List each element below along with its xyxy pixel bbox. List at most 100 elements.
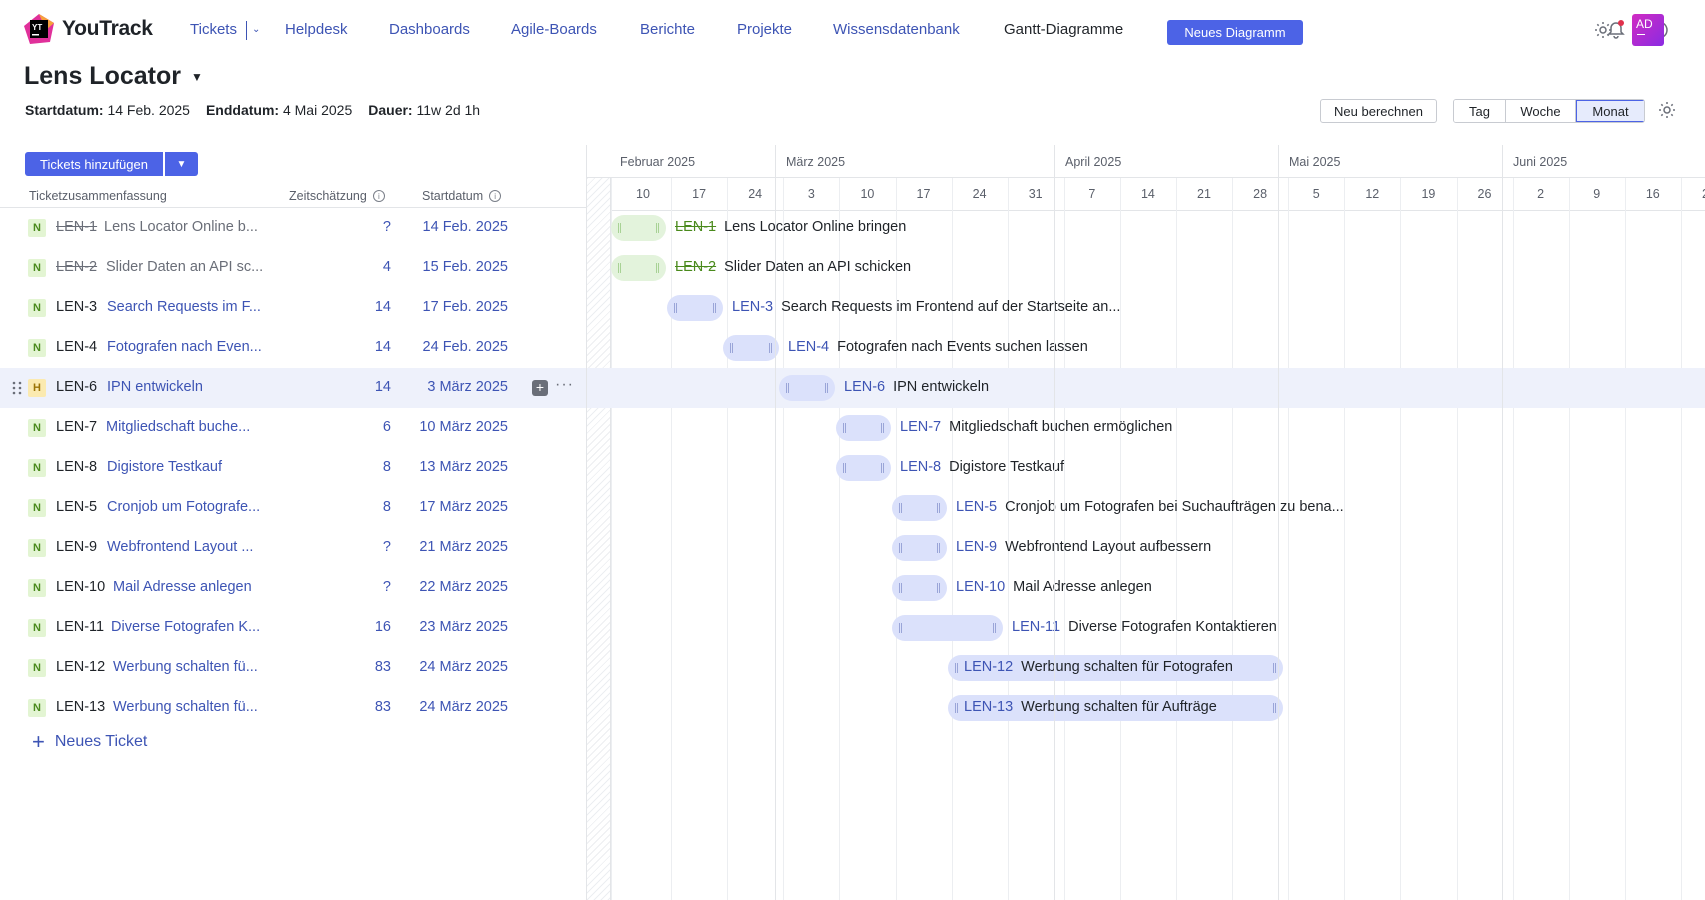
ticket-start-date[interactable]: 17 Feb. 2025 [423,299,508,315]
ticket-id[interactable]: LEN-8 [56,459,97,475]
task-bar[interactable] [779,375,835,401]
table-row[interactable]: N LEN-4 Fotografen nach Even... 14 24 Feb. 2… [0,328,586,368]
ticket-id[interactable]: LEN-4 [56,339,97,355]
resize-handle-right-icon[interactable] [656,223,659,233]
resize-handle-left-icon[interactable] [618,223,621,233]
table-row[interactable]: N LEN-13 Werbung schalten fü... 83 24 März 2… [0,688,586,728]
ticket-estimate[interactable]: ? [383,579,391,595]
new-ticket-button[interactable]: + Neues Ticket [32,731,147,753]
resize-handle-right-icon[interactable] [937,583,940,593]
table-row[interactable]: N LEN-2 Slider Daten an API sc... 4 15 Feb. … [0,248,586,288]
drag-handle-icon[interactable] [12,381,22,395]
ticket-summary[interactable]: IPN entwickeln [107,379,203,395]
gantt-settings-icon[interactable] [1656,99,1678,121]
info-icon[interactable]: i [372,190,385,202]
ticket-id[interactable]: LEN-13 [56,699,105,715]
task-bar[interactable] [611,215,666,241]
task-bar[interactable] [892,575,947,601]
ticket-start-date[interactable]: 24 März 2025 [419,699,508,715]
ticket-start-date[interactable]: 14 Feb. 2025 [423,219,508,235]
resize-handle-right-icon[interactable] [1273,703,1276,713]
nav-agile-boards[interactable]: Agile-Boards [511,21,597,38]
ticket-id[interactable]: LEN-7 [56,419,97,435]
resize-handle-right-icon[interactable] [881,423,884,433]
ticket-id[interactable]: LEN-11 [56,619,104,635]
nav-dashboards[interactable]: Dashboards [389,21,470,38]
ticket-start-date[interactable]: 13 März 2025 [419,459,508,475]
ticket-summary[interactable]: Webfrontend Layout ... [107,539,253,555]
nav-tickets[interactable]: Tickets [190,21,237,38]
nav-tickets-chevron-icon[interactable]: ⌄ [252,24,260,35]
task-bar-id[interactable]: LEN-10 [956,579,1005,595]
task-bar-id[interactable]: LEN-5 [956,499,997,515]
task-bar-label[interactable]: LEN-11 Diverse Fotografen Kontaktieren [1012,619,1277,635]
add-subtask-icon[interactable]: + [532,380,548,396]
task-bar[interactable] [611,255,666,281]
ticket-estimate[interactable]: ? [383,539,391,555]
nav-projects[interactable]: Projekte [737,21,792,38]
nav-knowledge-base[interactable]: Wissensdatenbank [833,21,960,38]
ticket-summary[interactable]: Search Requests im F... [107,299,261,315]
task-bar-label[interactable]: LEN-3 Search Requests im Frontend auf der… [732,299,1120,315]
task-bar[interactable] [723,335,779,361]
task-bar-id[interactable]: LEN-12 [964,659,1013,675]
table-row[interactable]: N LEN-3 Search Requests im F... 14 17 Feb. 2… [0,288,586,328]
table-row[interactable]: N LEN-5 Cronjob um Fotografe... 8 17 März 20… [0,488,586,528]
task-bar-id[interactable]: LEN-8 [900,459,941,475]
table-row[interactable]: N LEN-7 Mitgliedschaft buche... 6 10 März 20… [0,408,586,448]
chevron-down-icon[interactable]: ▼ [191,70,203,84]
task-bar-label[interactable]: LEN-1 Lens Locator Online bringen [675,219,906,235]
resize-handle-left-icon[interactable] [955,663,958,673]
resize-handle-right-icon[interactable] [993,623,996,633]
more-options-icon[interactable]: ··· [555,376,574,394]
table-row[interactable]: N LEN-1 Lens Locator Online b...? 14 Feb. 2… [0,208,586,248]
ticket-summary[interactable]: Werbung schalten fü... [113,659,258,675]
resize-handle-left-icon[interactable] [955,703,958,713]
task-bar-id[interactable]: LEN-6 [844,379,885,395]
ticket-start-date[interactable]: 22 März 2025 [419,579,508,595]
resize-handle-right-icon[interactable] [769,343,772,353]
table-row[interactable]: H LEN-6 IPN entwickeln 14 3 März 2025 + ··· [0,368,586,408]
ticket-estimate[interactable]: 8 [383,499,391,515]
ticket-id[interactable]: LEN-5 [56,499,97,515]
task-bar-label[interactable]: LEN-7 Mitgliedschaft buchen ermöglichen [900,419,1172,435]
ticket-start-date[interactable]: 3 März 2025 [427,379,508,395]
ticket-id[interactable]: LEN-6 [56,379,97,395]
ticket-start-date[interactable]: 15 Feb. 2025 [423,259,508,275]
ticket-estimate[interactable]: 16 [375,619,391,635]
ticket-start-date[interactable]: 17 März 2025 [419,499,508,515]
column-header-estimate[interactable]: Zeitschätzung i [289,189,385,203]
ticket-summary[interactable]: Lens Locator Online b... [104,219,258,235]
task-bar-label[interactable]: LEN-12 Werbung schalten für Fotografen [964,659,1233,675]
task-bar[interactable]: LEN-12 Werbung schalten für Fotografen [948,655,1283,681]
resize-handle-left-icon[interactable] [843,463,846,473]
task-bar-id[interactable]: LEN-11 [1012,619,1060,635]
add-tickets-dropdown-chevron-icon[interactable]: ▼ [165,152,198,176]
nav-reports[interactable]: Berichte [640,21,695,38]
resize-handle-left-icon[interactable] [674,303,677,313]
ticket-start-date[interactable]: 10 März 2025 [419,419,508,435]
task-bar-label[interactable]: LEN-9 Webfrontend Layout aufbessern [956,539,1211,555]
ticket-summary[interactable]: Fotografen nach Even... [107,339,262,355]
scale-week-button[interactable]: Woche [1506,100,1576,122]
scale-month-button[interactable]: Monat [1576,100,1644,122]
resize-handle-right-icon[interactable] [1273,663,1276,673]
task-bar-id[interactable]: LEN-1 [675,219,716,235]
page-title[interactable]: Lens Locator ▼ [24,62,203,91]
ticket-id[interactable]: LEN-3 [56,299,97,315]
table-row[interactable]: N LEN-9 Webfrontend Layout ...? 21 März 202… [0,528,586,568]
task-bar[interactable] [836,455,891,481]
table-row[interactable]: N LEN-12 Werbung schalten fü... 83 24 März 2… [0,648,586,688]
task-bar-id[interactable]: LEN-7 [900,419,941,435]
ticket-summary[interactable]: Mail Adresse anlegen [113,579,252,595]
resize-handle-left-icon[interactable] [899,583,902,593]
ticket-estimate[interactable]: 6 [383,419,391,435]
ticket-id[interactable]: LEN-1 [56,219,97,235]
resize-handle-right-icon[interactable] [937,543,940,553]
nav-gantt-charts[interactable]: Gantt-Diagramme [1004,21,1123,38]
resize-handle-right-icon[interactable] [881,463,884,473]
ticket-estimate[interactable]: 83 [375,659,391,675]
nav-helpdesk[interactable]: Helpdesk [285,21,348,38]
resize-handle-left-icon[interactable] [899,503,902,513]
task-bar[interactable] [836,415,891,441]
